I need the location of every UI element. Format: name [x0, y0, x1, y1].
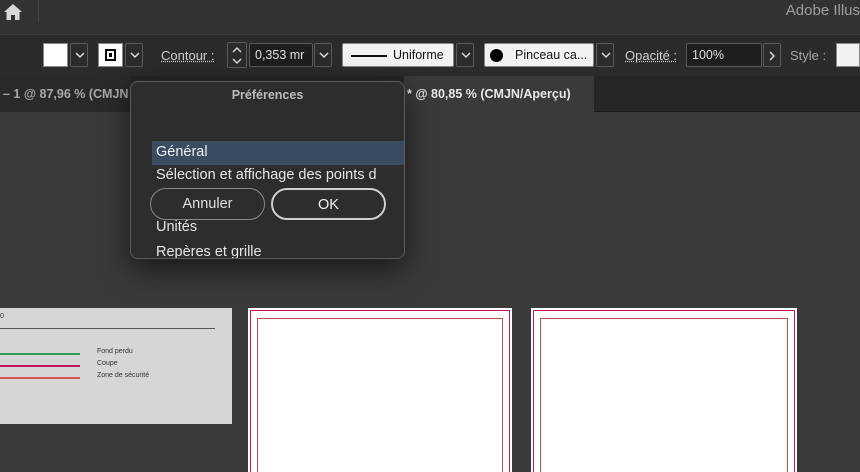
- tab-document-2[interactable]: * @ 80,85 % (CMJN/Aperçu): [404, 76, 594, 112]
- stroke-weight-stepper[interactable]: [227, 42, 247, 68]
- ok-button[interactable]: OK: [271, 188, 386, 220]
- control-bar: Contour : 0,353 mr Uniforme Pinceau ca..…: [0, 34, 860, 76]
- legend-label-trim: Coupe: [97, 360, 118, 367]
- style-swatch[interactable]: [836, 43, 860, 67]
- stroke-profile-line: [351, 55, 387, 57]
- chevron-down-icon: [461, 52, 471, 59]
- brush-icon: [490, 49, 503, 62]
- chevron-down-icon: [601, 52, 611, 59]
- dialog-title: Préférences: [231, 88, 304, 102]
- stroke-profile-dropdown[interactable]: [456, 43, 474, 67]
- stroke-swatch-icon: [105, 49, 116, 61]
- brush-select[interactable]: Pinceau ca...: [484, 43, 594, 67]
- safe-zone-guide: [257, 318, 503, 472]
- safe-zone-guide: [540, 318, 788, 472]
- pref-item-selection[interactable]: Sélection et affichage des points d: [152, 164, 404, 188]
- chevron-up-icon: [232, 47, 242, 53]
- stroke-swatch[interactable]: [98, 43, 123, 67]
- legend-artboard: 0 Fond perdu Coupe Zone de sécurité: [0, 308, 232, 424]
- legend-divider: [0, 328, 215, 329]
- document-tabs: – 1 @ 87,96 % (CMJN * @ 80,85 % (CMJN/Ap…: [0, 76, 860, 112]
- home-button[interactable]: [0, 0, 26, 26]
- legend-label-safe: Zone de sécurité: [97, 372, 150, 379]
- brush-value: Pinceau ca...: [515, 48, 588, 62]
- legend-title: 0: [0, 313, 4, 320]
- stroke-profile-select[interactable]: Uniforme: [342, 43, 454, 67]
- legend-line-trim: [0, 365, 80, 367]
- title-bar: Adobe Illus: [0, 0, 860, 34]
- opacity-input[interactable]: 100%: [686, 43, 762, 67]
- tab-document-1[interactable]: – 1 @ 87,96 % (CMJN: [0, 76, 130, 112]
- chevron-right-icon: [769, 51, 776, 61]
- chevron-down-icon: [130, 52, 140, 59]
- title-divider: [38, 0, 39, 22]
- opacity-dropdown[interactable]: [763, 43, 781, 67]
- chevron-down-icon: [75, 52, 85, 59]
- chevron-down-icon: [232, 58, 242, 64]
- opacity-label[interactable]: Opacité :: [625, 48, 677, 63]
- brush-dropdown[interactable]: [596, 43, 614, 67]
- canvas[interactable]: 0 Fond perdu Coupe Zone de sécurité: [0, 112, 860, 472]
- pref-item-guides-grid[interactable]: Repères et grille: [152, 241, 404, 258]
- legend-line-safe: [0, 377, 80, 379]
- fill-swatch[interactable]: [43, 43, 68, 67]
- stroke-profile-value: Uniforme: [393, 48, 444, 62]
- fill-dropdown[interactable]: [70, 43, 88, 67]
- legend-line-bleed: [0, 353, 80, 355]
- chevron-down-icon: [319, 52, 329, 59]
- style-label: Style :: [790, 48, 827, 63]
- home-icon: [4, 4, 22, 20]
- artboard-2[interactable]: [531, 308, 797, 472]
- artboard-1[interactable]: [248, 308, 512, 472]
- stroke-weight-input[interactable]: 0,353 mr: [249, 43, 313, 67]
- pref-item-general[interactable]: Général: [152, 141, 404, 165]
- legend-label-bleed: Fond perdu: [97, 348, 133, 355]
- stroke-weight-dropdown[interactable]: [314, 43, 332, 67]
- stroke-label[interactable]: Contour :: [161, 48, 214, 63]
- cancel-button[interactable]: Annuler: [150, 188, 265, 220]
- stroke-dropdown[interactable]: [125, 43, 143, 67]
- app-title: Adobe Illus: [785, 2, 860, 19]
- preferences-dialog: Préférences Général Sélection et afficha…: [130, 81, 405, 259]
